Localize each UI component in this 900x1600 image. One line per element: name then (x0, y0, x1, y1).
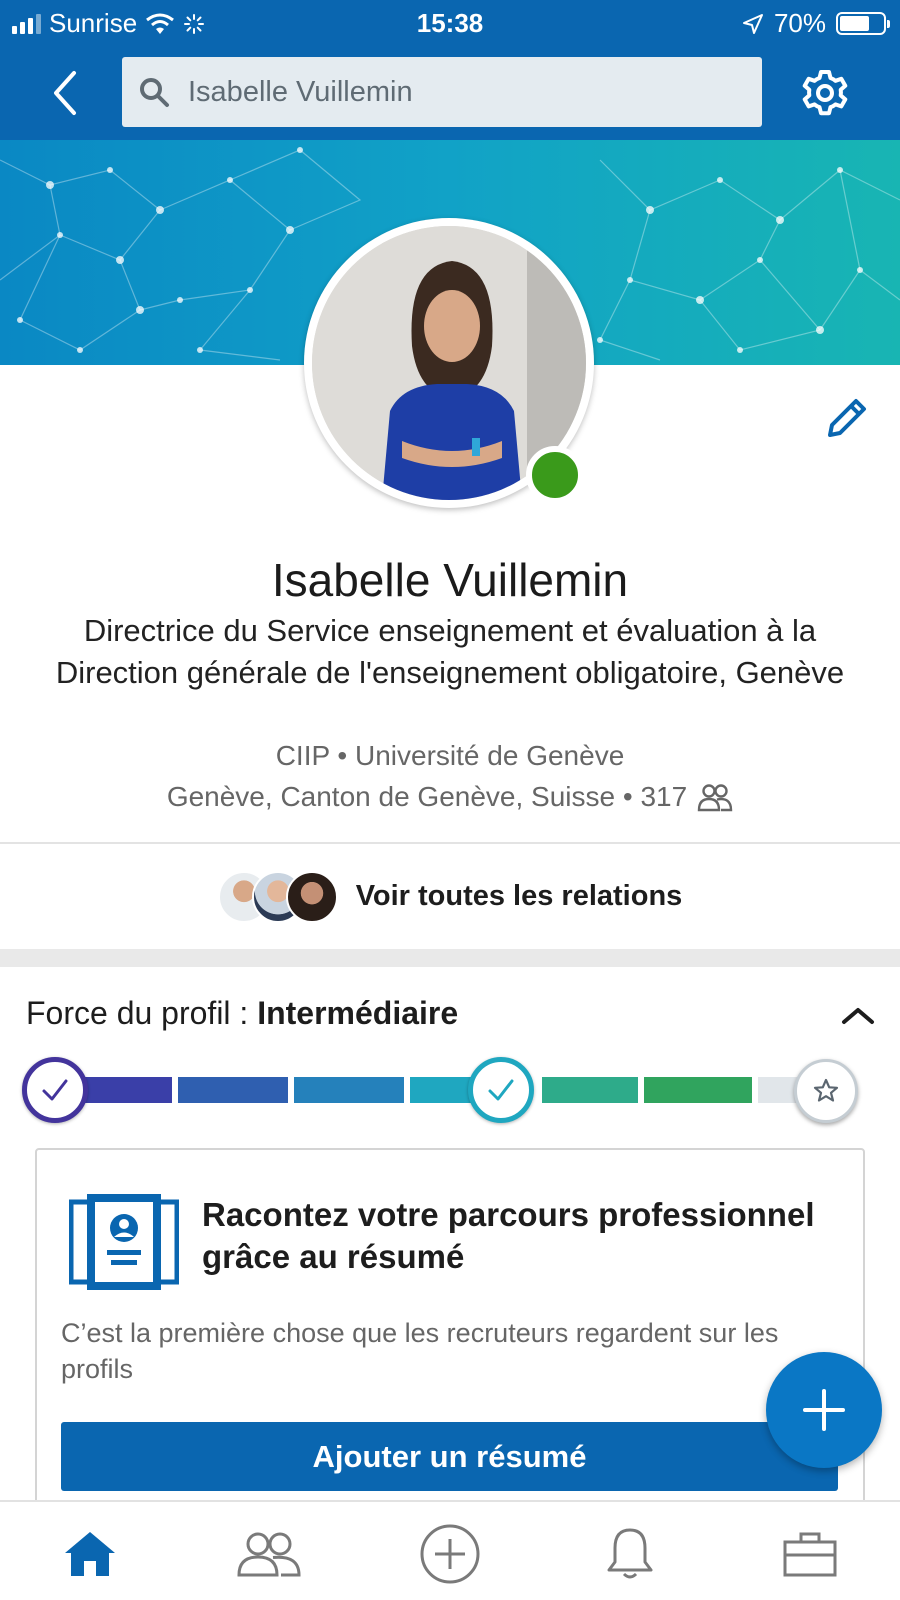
profile-document-icon (69, 1194, 179, 1290)
profile-company: CIIP • Université de Genève (275, 740, 625, 771)
strength-segment (644, 1077, 752, 1103)
floating-add-button[interactable] (766, 1352, 882, 1468)
card-description: C’est la première chose que les recruteu… (61, 1318, 779, 1384)
strength-segment (294, 1077, 404, 1103)
notifications-icon (607, 1528, 653, 1579)
see-all-connections-label: Voir toutes les relations (355, 880, 683, 912)
search-bar[interactable] (122, 57, 762, 127)
connection-avatar (285, 870, 338, 923)
tab-notifications[interactable] (585, 1514, 675, 1594)
location-arrow-icon (742, 13, 763, 34)
battery-percentage: 70% (773, 8, 826, 38)
strength-step-1-checkmark-icon (22, 1057, 88, 1123)
bottom-tab-bar (0, 1500, 900, 1600)
profile-name: Isabelle Vuillemin (271, 554, 629, 606)
battery-icon (836, 12, 890, 35)
status-bar: Sunrise 15:38 70% (0, 0, 900, 45)
tab-post[interactable] (405, 1514, 495, 1594)
strength-segment (178, 1077, 288, 1103)
post-icon (420, 1524, 480, 1584)
home-icon (65, 1532, 115, 1576)
edit-profile-button[interactable] (822, 393, 872, 443)
strength-step-3-star-icon (794, 1059, 858, 1123)
search-icon (140, 78, 169, 107)
card-title: Racontez votre parcours professionnel gr… (202, 1196, 815, 1275)
nav-bar (0, 45, 900, 140)
collapse-button[interactable] (838, 996, 878, 1036)
profile-strength-level: Intermédiaire (257, 995, 459, 1031)
summary-suggestion-card: Racontez votre parcours professionnel gr… (35, 1148, 865, 1508)
network-icon (237, 1532, 301, 1577)
add-summary-button[interactable]: Ajouter un résumé (61, 1422, 838, 1491)
tab-home[interactable] (45, 1514, 135, 1594)
profile-location: Genève, Canton de Genève, Suisse • 317 (0, 781, 900, 813)
gear-icon (802, 70, 848, 116)
connections-icon (697, 784, 733, 812)
see-all-connections-button[interactable]: Voir toutes les relations (0, 844, 900, 949)
tab-jobs[interactable] (765, 1514, 855, 1594)
settings-button[interactable] (800, 68, 850, 118)
profile-strength-title: Force du profil : Intermédiaire (26, 995, 458, 1032)
chevron-left-icon (54, 70, 76, 115)
jobs-icon (783, 1532, 837, 1577)
profile-strength-label: Force du profil : (26, 995, 258, 1031)
plus-icon (803, 1389, 845, 1431)
strength-segment (542, 1077, 638, 1103)
search-input[interactable] (188, 75, 748, 109)
section-separator (0, 949, 900, 967)
chevron-up-icon (842, 1008, 874, 1024)
profile-strength-meter (22, 1055, 882, 1129)
pencil-icon (828, 399, 866, 437)
profile-location-text: Genève, Canton de Genève, Suisse • 317 (166, 781, 688, 812)
strength-step-2-checkmark-icon (468, 1057, 534, 1123)
strength-segment (82, 1077, 172, 1103)
connection-avatars (217, 870, 338, 923)
online-status-indicator (526, 446, 584, 504)
back-button[interactable] (40, 65, 90, 120)
tab-network[interactable] (224, 1514, 314, 1594)
profile-headline: Directrice du Service enseignement et év… (55, 613, 845, 690)
